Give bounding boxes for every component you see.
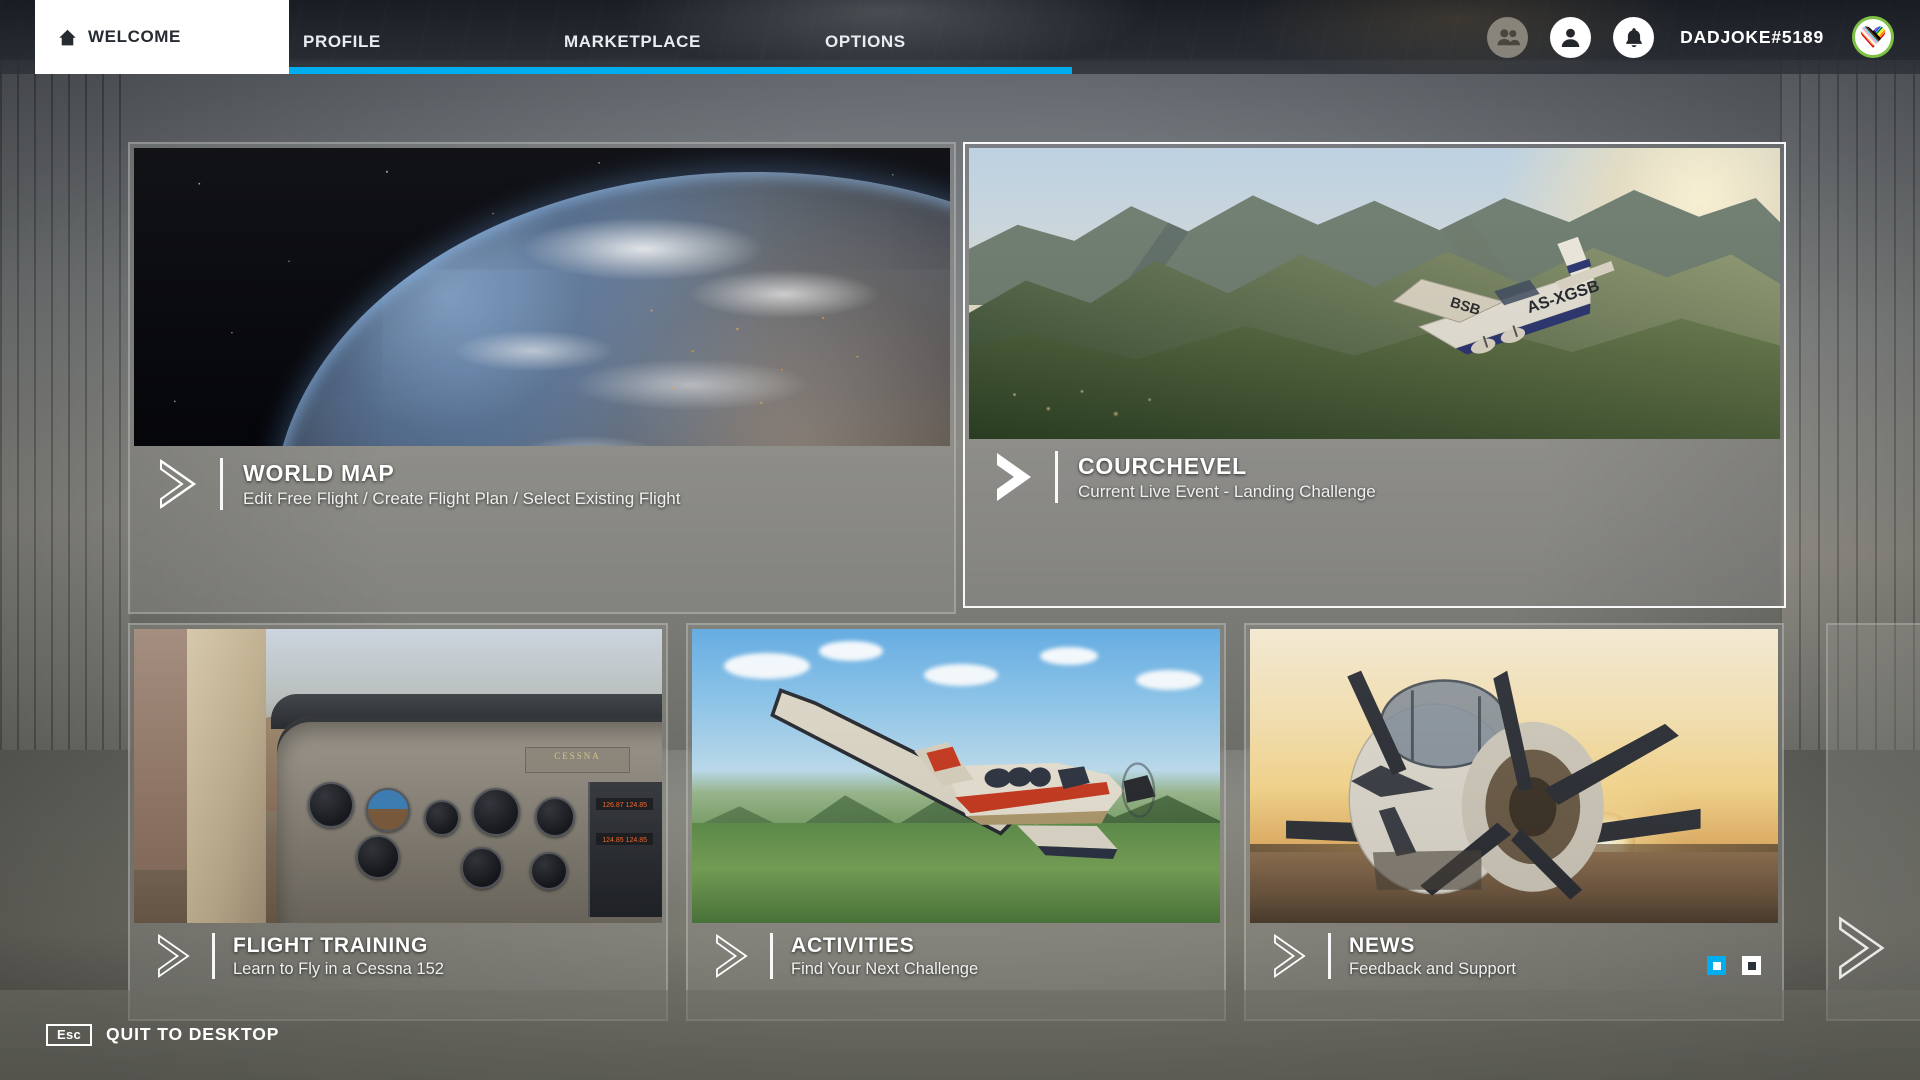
quit-to-desktop-label: QUIT TO DESKTOP <box>106 1024 280 1045</box>
chevron-right-icon <box>160 459 197 509</box>
tab-welcome-label: WELCOME <box>88 27 181 46</box>
friends-button[interactable] <box>1487 16 1529 58</box>
tab-options-underline <box>811 67 1072 74</box>
cessna-cockpit-art: CESSNA 126.87 124.85 124.85 124.85 <box>134 629 662 923</box>
tab-marketplace-underline <box>550 67 811 74</box>
esc-key-badge: Esc <box>46 1023 93 1047</box>
pagination-dot-2[interactable] <box>1742 956 1761 975</box>
tile-world-map-thumbnail <box>134 148 950 446</box>
tab-profile-underline <box>289 67 550 74</box>
avatar[interactable] <box>1852 16 1894 58</box>
tile-news-subtitle: Feedback and Support <box>1349 959 1516 978</box>
tile-activities-subtitle: Find Your Next Challenge <box>791 959 979 978</box>
chevron-right-icon <box>716 933 748 979</box>
tile-courchevel[interactable]: BSB AS-XGSB COURCHEVEL Current Live Even… <box>963 142 1786 608</box>
tile-news[interactable]: NEWS Feedback and Support <box>1244 623 1784 1021</box>
tile-activities[interactable]: ACTIVITIES Find Your Next Challenge <box>686 623 1226 1021</box>
tab-profile-label: PROFILE <box>303 32 381 51</box>
chevron-right-icon <box>1839 916 1885 980</box>
tile-world-map-title: WORLD MAP <box>243 459 395 486</box>
chevron-right-icon <box>158 933 190 979</box>
chevron-right-filled-icon <box>997 453 1031 501</box>
pagination-dot-1[interactable] <box>1707 956 1726 975</box>
tile-world-map-subtitle: Edit Free Flight / Create Flight Plan / … <box>243 488 681 508</box>
footer-bar: Esc QUIT TO DESKTOP <box>0 990 1920 1080</box>
tile-activities-caption: ACTIVITIES Find Your Next Challenge <box>692 923 1220 989</box>
profile-button[interactable] <box>1550 16 1592 58</box>
caption-divider <box>220 458 223 510</box>
tile-activities-title: ACTIVITIES <box>791 933 915 957</box>
tile-news-thumbnail <box>1250 629 1778 923</box>
notifications-bell-icon <box>1625 27 1642 47</box>
caption-divider <box>770 933 773 979</box>
tile-world-map[interactable]: WORLD MAP Edit Free Flight / Create Flig… <box>128 142 956 614</box>
chevron-right-icon <box>1274 933 1306 979</box>
tile-flight-training[interactable]: CESSNA 126.87 124.85 124.85 124.85 FLIGH… <box>128 623 668 1021</box>
tile-courchevel-title: COURCHEVEL <box>1078 452 1248 479</box>
quit-to-desktop-button[interactable]: Esc QUIT TO DESKTOP <box>46 1023 280 1047</box>
tile-activities-thumbnail <box>692 629 1220 923</box>
tab-welcome[interactable]: WELCOME <box>35 0 289 74</box>
tile-news-title: NEWS <box>1349 933 1416 957</box>
gamertag-label: DADJOKE#5189 <box>1680 26 1824 47</box>
tile-next-partial[interactable] <box>1826 623 1920 1021</box>
caption-divider <box>1328 933 1331 979</box>
tab-marketplace-label: MARKETPLACE <box>564 32 701 51</box>
profile-icon <box>1561 28 1580 47</box>
main-tabs: WELCOME PROFILE MARKETPLACE OPTIONS <box>0 0 1072 74</box>
carousel-pagination <box>1707 956 1761 975</box>
turboprop-over-mountains-art <box>692 629 1220 923</box>
tab-options-label: OPTIONS <box>825 32 906 51</box>
alps-aircraft-art: BSB AS-XGSB <box>969 148 1780 439</box>
tile-flight-training-thumbnail: CESSNA 126.87 124.85 124.85 124.85 <box>134 629 662 923</box>
welcome-tile-grid: WORLD MAP Edit Free Flight / Create Flig… <box>0 74 1920 1021</box>
tile-courchevel-thumbnail: BSB AS-XGSB <box>969 148 1780 439</box>
tab-options[interactable]: OPTIONS <box>811 0 1072 74</box>
tile-flight-training-title: FLIGHT TRAINING <box>233 933 429 957</box>
tile-courchevel-subtitle: Current Live Event - Landing Challenge <box>1078 481 1376 501</box>
turboprop-front-illustration <box>1285 670 1701 900</box>
tile-world-map-caption: WORLD MAP Edit Free Flight / Create Flig… <box>134 446 950 522</box>
tile-courchevel-caption: COURCHEVEL Current Live Event - Landing … <box>969 439 1780 515</box>
home-icon <box>59 29 76 45</box>
notifications-button[interactable] <box>1613 16 1655 58</box>
tile-flight-training-subtitle: Learn to Fly in a Cessna 152 <box>233 959 444 978</box>
pride-heart-icon <box>1859 24 1887 51</box>
tile-news-caption: NEWS Feedback and Support <box>1250 923 1778 989</box>
friends-icon <box>1497 29 1520 46</box>
tile-flight-training-caption: FLIGHT TRAINING Learn to Fly in a Cessna… <box>134 923 662 989</box>
turboprop-sunset-art <box>1250 629 1778 923</box>
caption-divider <box>1055 451 1058 503</box>
earth-from-space-art <box>134 148 950 446</box>
turboprop-illustration <box>769 688 1156 860</box>
top-navigation-bar: WELCOME PROFILE MARKETPLACE OPTIONS DADJ… <box>0 0 1920 74</box>
nav-right-cluster: DADJOKE#5189 <box>1487 0 1894 74</box>
tab-marketplace[interactable]: MARKETPLACE <box>550 0 811 74</box>
caption-divider <box>212 933 215 979</box>
tab-profile[interactable]: PROFILE <box>289 0 550 74</box>
